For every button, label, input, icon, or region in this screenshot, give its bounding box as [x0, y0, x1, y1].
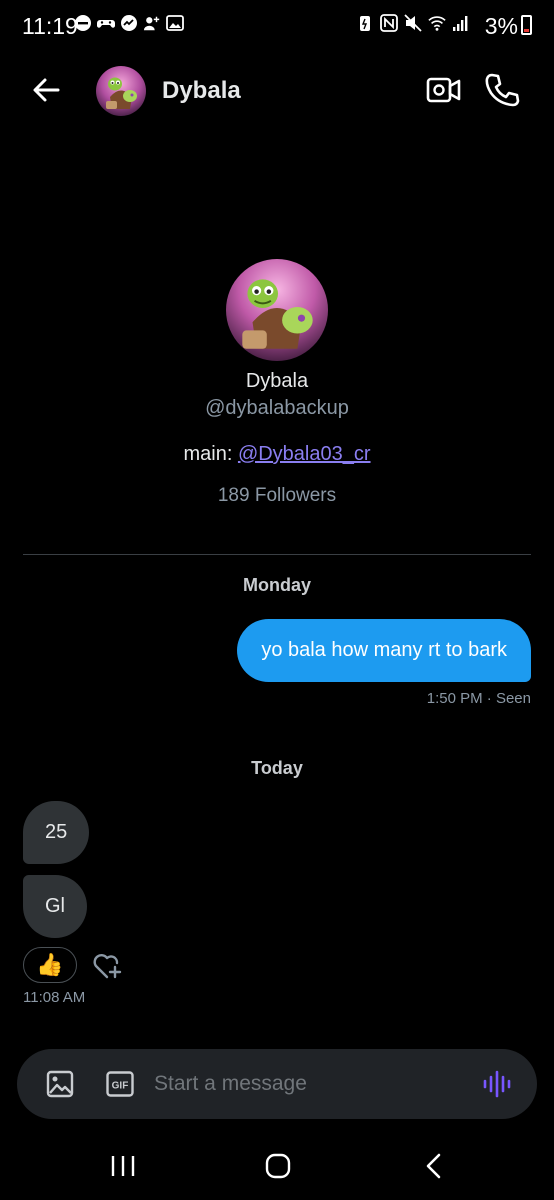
gif-label: GIF: [112, 1081, 129, 1092]
heart-plus-icon: [93, 954, 122, 979]
add-person-icon: [143, 14, 161, 32]
day-label-monday: Monday: [242, 575, 311, 595]
gif-icon: GIF: [106, 1071, 134, 1097]
message-composer: GIF: [17, 1049, 537, 1119]
gallery-icon: [166, 14, 184, 32]
chevron-left-icon: [426, 1153, 441, 1179]
gamepad-icon: [97, 14, 115, 32]
profile-followers[interactable]: 189 Followers: [0, 485, 554, 507]
home-button[interactable]: [265, 1153, 291, 1179]
nfc-icon: [380, 14, 398, 32]
wifi-icon: [428, 14, 446, 32]
conversation-header: Dybala: [0, 56, 554, 126]
gif-button[interactable]: GIF: [106, 1071, 134, 1097]
divider: [23, 554, 531, 555]
battery-icon: [521, 15, 532, 35]
video-call-button[interactable]: [426, 74, 462, 106]
message-input[interactable]: [154, 1049, 474, 1119]
media-button[interactable]: [46, 1070, 74, 1098]
system-icons: [356, 14, 470, 32]
received-message-meta: 11:08 AM: [23, 989, 86, 1006]
day-label-today: Today: [251, 758, 303, 778]
sent-message-meta: 1:50 PM · Seen: [426, 690, 531, 707]
recent-apps-button[interactable]: [108, 1154, 138, 1178]
header-name: Dybala: [162, 77, 241, 104]
system-navigation-bar: [0, 1130, 554, 1200]
mute-icon: [404, 14, 422, 32]
add-reaction-button[interactable]: [91, 950, 123, 982]
home-icon: [265, 1153, 291, 1179]
profile-bio-link[interactable]: @Dybala03_cr: [238, 443, 371, 465]
received-message-bubble[interactable]: 25: [23, 801, 90, 864]
received-message-bubble[interactable]: Gl: [23, 875, 87, 938]
avatar: [96, 66, 146, 116]
avatar: [226, 259, 328, 361]
voice-waveform-icon: [483, 1070, 511, 1098]
image-icon: [46, 1070, 74, 1098]
do-not-disturb-icon: [74, 14, 92, 32]
back-button[interactable]: [28, 72, 64, 108]
notification-icons: [74, 14, 184, 32]
messenger-icon: [120, 14, 138, 32]
voice-message-button[interactable]: [481, 1069, 513, 1099]
sent-message-bubble[interactable]: yo bala how many rt to bark: [237, 619, 531, 682]
profile-bio: main: @Dybala03_cr: [0, 443, 554, 466]
phone-call-button[interactable]: [484, 72, 520, 108]
system-back-button[interactable]: [424, 1152, 444, 1180]
profile-handle: @dybalabackup: [205, 397, 349, 419]
thumbs-up-emoji: 👍: [36, 952, 64, 977]
header-avatar[interactable]: [96, 66, 146, 116]
status-bar: 11:19 3%: [0, 0, 554, 52]
phone-icon: [485, 73, 520, 107]
profile-name: Dybala: [245, 370, 309, 392]
profile-bio-prefix: main:: [183, 443, 238, 465]
video-camera-icon: [426, 77, 461, 103]
signal-icon: [452, 14, 470, 32]
battery-percentage: 3%: [484, 13, 518, 39]
profile-avatar[interactable]: [226, 259, 328, 361]
recents-icon: [111, 1156, 135, 1176]
battery-saver-icon: [356, 14, 374, 32]
status-time: 11:19: [22, 13, 78, 39]
back-arrow-icon: [33, 78, 60, 102]
reaction-thumbs-up[interactable]: 👍: [23, 947, 77, 983]
